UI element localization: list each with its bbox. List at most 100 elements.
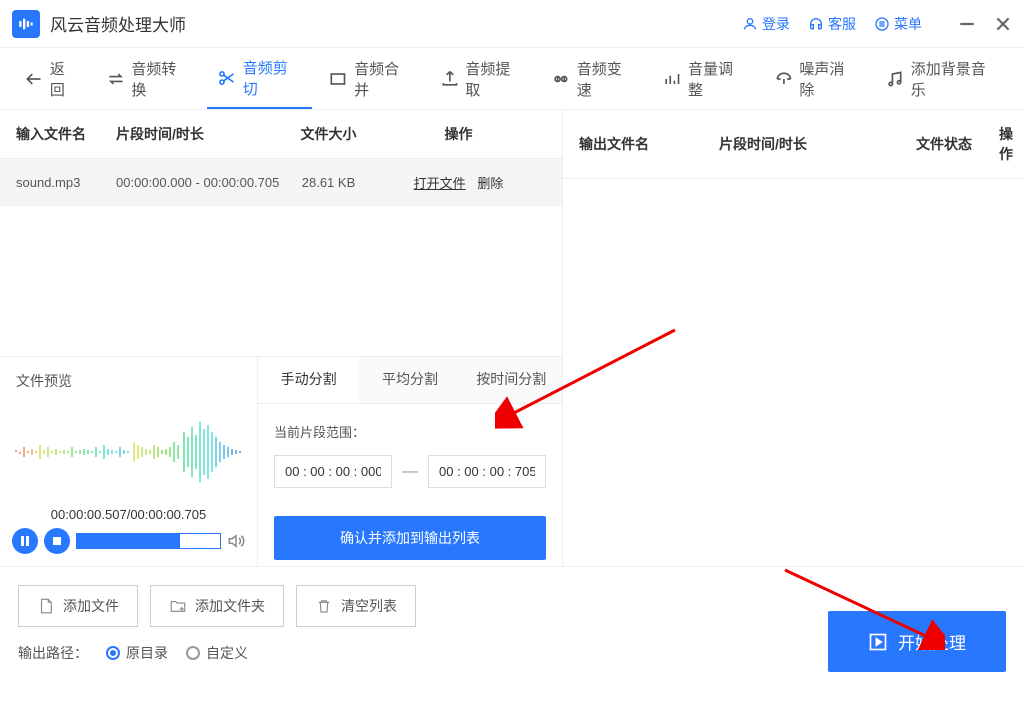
support-link[interactable]: 客服	[808, 14, 856, 34]
app-logo-icon	[12, 10, 40, 38]
input-table-header: 输入文件名 片段时间/时长 文件大小 操作	[0, 110, 562, 159]
col-output-name: 输出文件名	[579, 134, 719, 154]
tab-volume[interactable]: 音量调整	[652, 50, 757, 108]
split-tab-average[interactable]: 平均分割	[359, 357, 460, 403]
add-folder-button[interactable]: 添加文件夹	[150, 585, 284, 627]
player-bar: 00:00:00.507/00:00:00.705	[0, 499, 257, 566]
col-input-op: 操作	[371, 124, 546, 144]
play-box-icon	[868, 632, 888, 652]
confirm-add-button[interactable]: 确认并添加到输出列表	[274, 516, 546, 560]
scissors-icon	[217, 68, 237, 88]
close-button[interactable]	[994, 15, 1012, 33]
waveform-icon	[14, 417, 244, 487]
radio-dot-checked-icon	[106, 646, 120, 660]
radio-original[interactable]: 原目录	[106, 643, 168, 663]
col-input-size: 文件大小	[286, 124, 371, 144]
radio-custom[interactable]: 自定义	[186, 643, 248, 663]
tab-merge[interactable]: 音频合并	[318, 50, 423, 108]
output-pane: 输出文件名 片段时间/时长 文件状态 操作	[563, 110, 1024, 566]
denoise-label: 噪声消除	[799, 58, 859, 100]
minimize-button[interactable]	[958, 15, 976, 33]
row-time: 00:00:00.000 - 00:00:00.705	[116, 175, 286, 190]
pause-icon	[20, 536, 30, 546]
time-display: 00:00:00.507/00:00:00.705	[12, 507, 245, 522]
progress-bar[interactable]	[76, 533, 221, 549]
extract-icon	[440, 69, 460, 89]
volume-icon[interactable]	[227, 532, 245, 550]
stop-button[interactable]	[44, 528, 70, 554]
trash-icon	[315, 597, 333, 615]
denoise-icon	[774, 69, 794, 89]
col-output-op: 操作	[999, 124, 1013, 164]
tab-cut[interactable]: 音频剪切	[207, 49, 312, 109]
toolbar: 返回 音频转换 音频剪切 音频合并 音频提取 音频变速 音量调整 噪声消除 添加…	[0, 48, 1024, 110]
back-button[interactable]: 返回	[14, 50, 90, 108]
table-row[interactable]: sound.mp3 00:00:00.000 - 00:00:00.705 28…	[0, 159, 562, 206]
split-tab-bytime[interactable]: 按时间分割	[461, 357, 562, 403]
speed-label: 音频变速	[577, 58, 637, 100]
file-add-icon	[37, 597, 55, 615]
col-output-time: 片段时间/时长	[719, 134, 889, 154]
clear-list-button[interactable]: 清空列表	[296, 585, 416, 627]
titlebar: 风云音频处理大师 登录 客服 菜单	[0, 0, 1024, 48]
range-box: 当前片段范围： —	[258, 404, 562, 506]
progress-fill	[77, 534, 180, 548]
delete-link[interactable]: 删除	[477, 176, 503, 191]
preview-row: 文件预览	[0, 356, 562, 566]
tab-denoise[interactable]: 噪声消除	[764, 50, 869, 108]
menu-link[interactable]: 菜单	[874, 14, 922, 34]
radio-original-label: 原目录	[126, 643, 168, 663]
range-to-input[interactable]	[428, 455, 546, 488]
menu-icon	[874, 16, 890, 32]
open-file-link[interactable]: 打开文件	[414, 176, 466, 191]
output-path-label: 输出路径：	[18, 643, 88, 663]
login-link[interactable]: 登录	[742, 14, 790, 34]
pause-button[interactable]	[12, 528, 38, 554]
headset-icon	[808, 16, 824, 32]
preview-title: 文件预览	[0, 357, 257, 405]
speed-icon	[551, 69, 571, 89]
stop-icon	[52, 536, 62, 546]
row-size: 28.61 KB	[286, 175, 371, 190]
row-ops: 打开文件 删除	[371, 173, 546, 192]
add-file-label: 添加文件	[63, 596, 119, 616]
split-tab-manual[interactable]: 手动分割	[258, 357, 359, 403]
tab-extract[interactable]: 音频提取	[430, 50, 535, 108]
split-tabs: 手动分割 平均分割 按时间分割	[258, 357, 562, 404]
tab-bgm[interactable]: 添加背景音乐	[875, 50, 1010, 108]
convert-icon	[106, 69, 126, 89]
row-name: sound.mp3	[16, 175, 116, 190]
support-label: 客服	[828, 14, 856, 34]
add-file-button[interactable]: 添加文件	[18, 585, 138, 627]
waveform-display[interactable]	[0, 405, 257, 499]
volume-label: 音量调整	[688, 58, 748, 100]
merge-label: 音频合并	[354, 58, 414, 100]
radio-dot-icon	[186, 646, 200, 660]
time-current: 00:00:00.507	[51, 507, 127, 522]
tab-convert[interactable]: 音频转换	[96, 50, 201, 108]
radio-custom-label: 自定义	[206, 643, 248, 663]
cut-label: 音频剪切	[243, 57, 303, 99]
app-title: 风云音频处理大师	[50, 11, 186, 36]
login-label: 登录	[762, 14, 790, 34]
convert-label: 音频转换	[131, 58, 191, 100]
merge-icon	[328, 69, 348, 89]
range-from-input[interactable]	[274, 455, 392, 488]
main-area: 输入文件名 片段时间/时长 文件大小 操作 sound.mp3 00:00:00…	[0, 110, 1024, 566]
volume-bars-icon	[662, 69, 682, 89]
menu-label: 菜单	[894, 14, 922, 34]
user-icon	[742, 16, 758, 32]
range-label: 当前片段范围：	[274, 422, 546, 441]
output-table-header: 输出文件名 片段时间/时长 文件状态 操作	[563, 110, 1024, 179]
bgm-label: 添加背景音乐	[911, 58, 1000, 100]
start-label: 开始处理	[898, 629, 966, 654]
arrow-left-icon	[24, 69, 44, 89]
input-pane: 输入文件名 片段时间/时长 文件大小 操作 sound.mp3 00:00:00…	[0, 110, 563, 566]
tab-speed[interactable]: 音频变速	[541, 50, 646, 108]
range-dash: —	[402, 463, 418, 481]
start-process-button[interactable]: 开始处理	[828, 611, 1006, 672]
time-total: 00:00:00.705	[130, 507, 206, 522]
add-folder-label: 添加文件夹	[195, 596, 265, 616]
preview-panel: 文件预览	[0, 357, 258, 566]
col-output-status: 文件状态	[889, 134, 999, 154]
